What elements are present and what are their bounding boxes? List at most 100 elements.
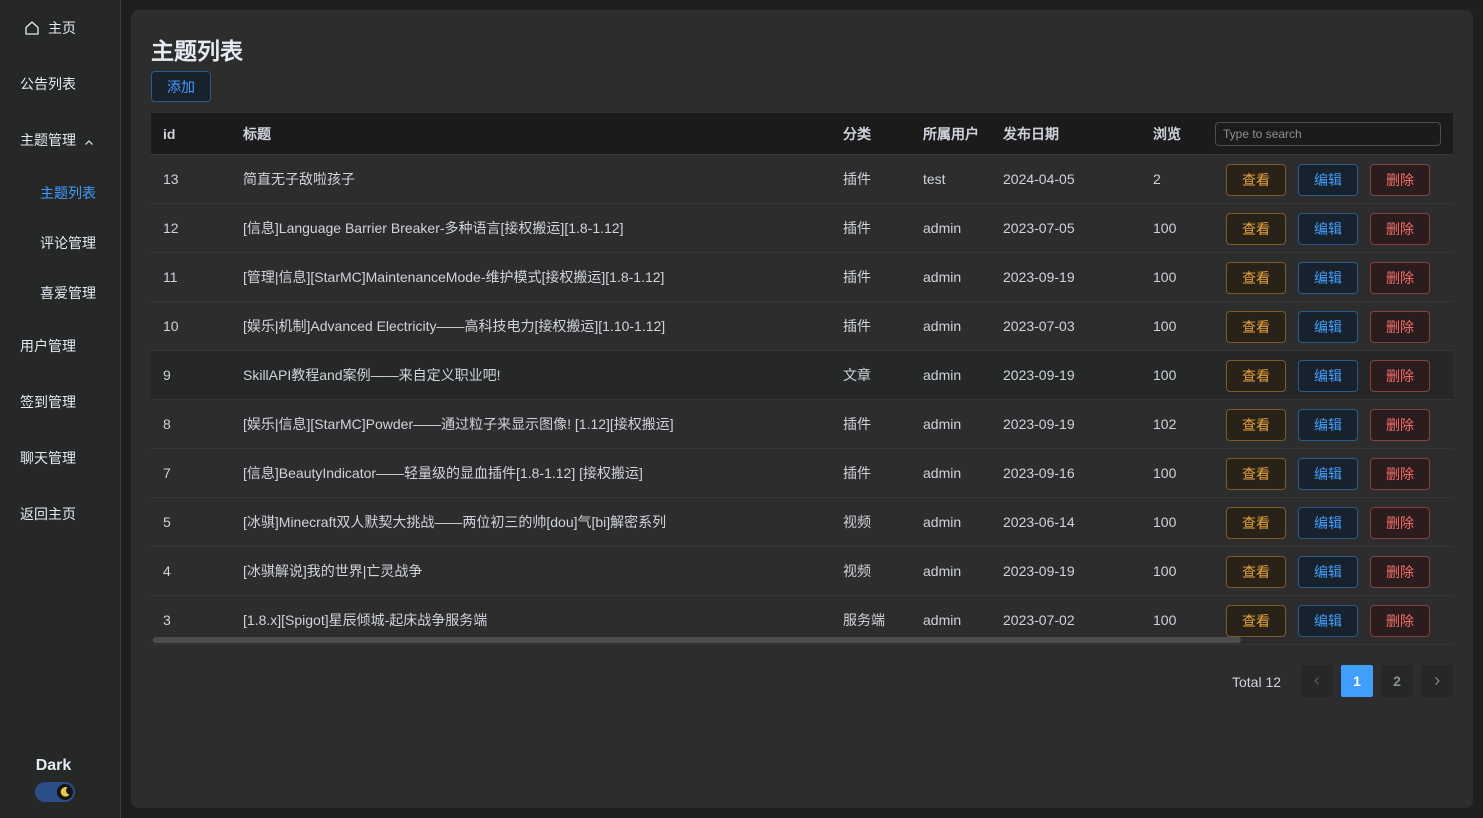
delete-button[interactable]: 删除: [1370, 409, 1430, 441]
cell-user: admin: [923, 220, 962, 236]
sidebar-item-chat[interactable]: 聊天管理: [20, 440, 140, 476]
view-button[interactable]: 查看: [1226, 507, 1286, 539]
sidebar: 主页 公告列表 主题管理 主题列表 评论管理 喜爱管理 用户管理 签到管理 聊天…: [0, 0, 121, 818]
cell-id: 5: [163, 514, 171, 530]
view-button[interactable]: 查看: [1226, 360, 1286, 392]
cell-date: 2024-04-05: [1003, 171, 1075, 187]
sidebar-item-label: 返回主页: [20, 506, 76, 522]
table-row[interactable]: 4 [冰骐解说]我的世界|亡灵战争 视频 admin 2023-09-19 100 查看 编辑…: [151, 547, 1453, 596]
table-row[interactable]: 7 [信息]BeautyIndicator——轻量级的显血插件[1.8-1.12]…: [151, 449, 1453, 498]
cell-title: [冰骐]Minecraft双人默契大挑战——两位初三的帅[dou]气[bi]解密…: [243, 514, 667, 530]
table-row[interactable]: 11 [管理|信息][StarMC]MaintenanceMode-维护模式[接权…: [151, 253, 1453, 302]
delete-button[interactable]: 删除: [1370, 507, 1430, 539]
sidebar-item-label: 评论管理: [40, 235, 96, 251]
delete-button[interactable]: 删除: [1370, 262, 1430, 294]
edit-button[interactable]: 编辑: [1298, 213, 1358, 245]
table-row[interactable]: 9 SkillAPI教程and案例——来自定义职业吧! 文章 admin 2023-09…: [151, 351, 1453, 400]
edit-button[interactable]: 编辑: [1298, 605, 1358, 637]
delete-button[interactable]: 删除: [1370, 213, 1430, 245]
column-header-title[interactable]: 标题: [243, 113, 271, 155]
sidebar-item-topic-management[interactable]: 主题管理: [20, 122, 140, 158]
cell-id: 7: [163, 465, 171, 481]
view-button[interactable]: 查看: [1226, 605, 1286, 637]
page-title: 主题列表: [151, 38, 243, 64]
delete-button[interactable]: 删除: [1370, 164, 1430, 196]
view-button[interactable]: 查看: [1226, 556, 1286, 588]
delete-button[interactable]: 删除: [1370, 605, 1430, 637]
sidebar-item-home[interactable]: 主页: [24, 10, 144, 46]
edit-button[interactable]: 编辑: [1298, 507, 1358, 539]
cell-views: 100: [1153, 318, 1177, 334]
edit-button[interactable]: 编辑: [1298, 164, 1358, 196]
table-header: id 标题 分类 所属用户 发布日期 浏览: [151, 113, 1453, 155]
cell-date: 2023-09-19: [1003, 563, 1075, 579]
cell-date: 2023-09-19: [1003, 269, 1075, 285]
view-button[interactable]: 查看: [1226, 409, 1286, 441]
cell-views: 100: [1153, 220, 1177, 236]
cell-title: 简直无子敌啦孩子: [243, 171, 355, 187]
column-header-views[interactable]: 浏览: [1153, 113, 1181, 155]
cell-user: test: [923, 171, 946, 187]
edit-button[interactable]: 编辑: [1298, 409, 1358, 441]
cell-date: 2023-07-05: [1003, 220, 1075, 236]
pagination-page-2[interactable]: 2: [1381, 665, 1413, 697]
cell-views: 2: [1153, 171, 1161, 187]
column-header-category[interactable]: 分类: [843, 113, 871, 155]
column-header-user[interactable]: 所属用户: [923, 113, 979, 155]
table-row[interactable]: 5 [冰骐]Minecraft双人默契大挑战——两位初三的帅[dou]气[bi]解…: [151, 498, 1453, 547]
cell-category: 插件: [843, 465, 871, 481]
view-button[interactable]: 查看: [1226, 164, 1286, 196]
column-header-id[interactable]: id: [163, 113, 175, 155]
edit-button[interactable]: 编辑: [1298, 458, 1358, 490]
cell-category: 视频: [843, 514, 871, 530]
cell-title: [管理|信息][StarMC]MaintenanceMode-维护模式[接权搬运…: [243, 269, 665, 285]
sidebar-item-label: 主题管理: [20, 132, 76, 148]
delete-button[interactable]: 删除: [1370, 360, 1430, 392]
cell-views: 100: [1153, 514, 1177, 530]
cell-user: admin: [923, 514, 962, 530]
horizontal-scrollbar[interactable]: [153, 637, 1241, 643]
topic-table: id 标题 分类 所属用户 发布日期 浏览 13简直无子敌啦孩子插件test20…: [151, 113, 1453, 646]
edit-button[interactable]: 编辑: [1298, 262, 1358, 294]
delete-button[interactable]: 删除: [1370, 311, 1430, 343]
view-button[interactable]: 查看: [1226, 311, 1286, 343]
add-button[interactable]: 添加: [151, 71, 211, 102]
table-row[interactable]: 13 简直无子敌啦孩子 插件 test 2024-04-05 2 查看 编辑 删除: [151, 155, 1453, 204]
cell-category: 文章: [843, 367, 871, 383]
delete-button[interactable]: 删除: [1370, 556, 1430, 588]
cell-title: [信息]BeautyIndicator——轻量级的显血插件[1.8-1.12] …: [243, 465, 643, 481]
edit-button[interactable]: 编辑: [1298, 360, 1358, 392]
edit-button[interactable]: 编辑: [1298, 311, 1358, 343]
column-header-date[interactable]: 发布日期: [1003, 113, 1059, 155]
table-row[interactable]: 8 [娱乐|信息][StarMC]Powder——通过粒子来显示图像! [1.12…: [151, 400, 1453, 449]
view-button[interactable]: 查看: [1226, 262, 1286, 294]
pagination-prev-button[interactable]: [1301, 665, 1333, 697]
main-panel: 主题列表 添加 id 标题 分类 所属用户 发布日期 浏览 13 简直无子敌啦孩子…: [131, 10, 1473, 808]
pagination-next-button[interactable]: [1421, 665, 1453, 697]
theme-toggle-switch[interactable]: [35, 782, 75, 802]
search-input[interactable]: [1215, 122, 1441, 146]
cell-date: 2023-09-19: [1003, 416, 1075, 432]
table-row[interactable]: 10 [娱乐|机制]Advanced Electricity——高科技电力[接权搬…: [151, 302, 1453, 351]
edit-button[interactable]: 编辑: [1298, 556, 1358, 588]
moon-icon: [57, 784, 73, 800]
delete-button[interactable]: 删除: [1370, 458, 1430, 490]
cell-user: admin: [923, 416, 962, 432]
cell-user: admin: [923, 269, 962, 285]
view-button[interactable]: 查看: [1226, 213, 1286, 245]
cell-category: 插件: [843, 220, 871, 236]
sidebar-item-label: 签到管理: [20, 394, 76, 410]
sidebar-item-announcements[interactable]: 公告列表: [20, 66, 140, 102]
pagination-page-1[interactable]: 1: [1341, 665, 1373, 697]
table-row[interactable]: 12 [信息]Language Barrier Breaker-多种语言[接权搬运…: [151, 204, 1453, 253]
chevron-up-icon: [84, 135, 94, 145]
view-button[interactable]: 查看: [1226, 458, 1286, 490]
sidebar-item-users[interactable]: 用户管理: [20, 328, 140, 364]
home-icon: [24, 20, 40, 36]
sidebar-item-checkin[interactable]: 签到管理: [20, 384, 140, 420]
cell-title: [信息]Language Barrier Breaker-多种语言[接权搬运][…: [243, 220, 624, 236]
cell-id: 8: [163, 416, 171, 432]
sidebar-item-back-home[interactable]: 返回主页: [20, 496, 140, 532]
cell-category: 插件: [843, 416, 871, 432]
sidebar-item-label: 主题列表: [40, 185, 96, 201]
